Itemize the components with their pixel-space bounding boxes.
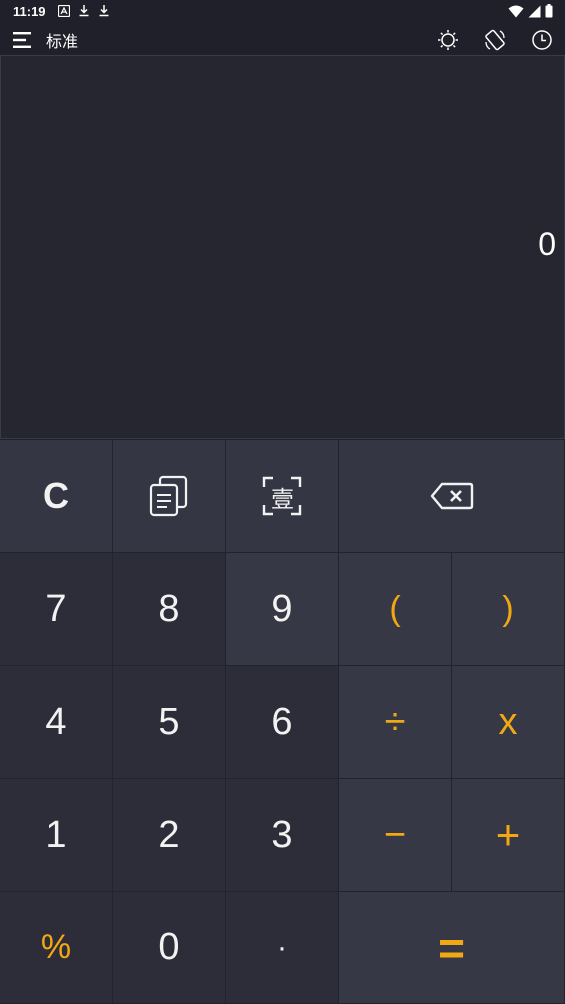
copy-button[interactable] bbox=[113, 440, 226, 553]
status-bar: 11:19 bbox=[0, 0, 565, 24]
key-8-label: 8 bbox=[158, 587, 180, 630]
key-6-label: 6 bbox=[271, 700, 293, 743]
key-1[interactable]: 1 bbox=[0, 779, 113, 892]
key-3-label: 3 bbox=[271, 813, 293, 856]
minus-button[interactable]: − bbox=[339, 779, 452, 892]
keypad: C 壹 7 8 9 ( ) 4 5 6 ÷ x 1 2 3 − + % 0 · … bbox=[0, 440, 565, 1004]
key-2[interactable]: 2 bbox=[113, 779, 226, 892]
theme-icon[interactable] bbox=[436, 28, 460, 52]
left-paren-label: ( bbox=[389, 589, 401, 628]
key-7[interactable]: 7 bbox=[0, 553, 113, 666]
download-icon bbox=[79, 5, 89, 17]
right-paren-button[interactable]: ) bbox=[452, 553, 565, 666]
clear-label: C bbox=[43, 475, 69, 516]
key-9[interactable]: 9 bbox=[226, 553, 339, 666]
scan-text-glyph: 壹 bbox=[271, 486, 294, 513]
toolbar: 标准 bbox=[0, 24, 565, 56]
clear-button[interactable]: C bbox=[0, 440, 113, 553]
decimal-label: · bbox=[277, 930, 287, 964]
key-5[interactable]: 5 bbox=[113, 666, 226, 779]
divide-label: ÷ bbox=[384, 700, 406, 743]
key-5-label: 5 bbox=[158, 700, 180, 743]
left-paren-button[interactable]: ( bbox=[339, 553, 452, 666]
result-value: 0 bbox=[538, 226, 556, 262]
key-4[interactable]: 4 bbox=[0, 666, 113, 779]
key-6[interactable]: 6 bbox=[226, 666, 339, 779]
download-icon bbox=[99, 5, 109, 17]
status-system-icons bbox=[508, 4, 553, 18]
backspace-button[interactable] bbox=[339, 440, 565, 553]
key-1-label: 1 bbox=[45, 813, 67, 856]
wifi-icon bbox=[508, 5, 524, 17]
percent-label: % bbox=[40, 928, 72, 966]
battery-icon bbox=[545, 4, 553, 18]
decimal-button[interactable]: · bbox=[226, 892, 339, 1004]
key-9-label: 9 bbox=[271, 587, 293, 630]
rotate-icon[interactable] bbox=[483, 28, 507, 52]
key-3[interactable]: 3 bbox=[226, 779, 339, 892]
history-icon[interactable] bbox=[530, 28, 554, 52]
key-2-label: 2 bbox=[158, 813, 180, 856]
plus-label: + bbox=[495, 811, 521, 858]
key-0-label: 0 bbox=[158, 926, 180, 968]
plus-button[interactable]: + bbox=[452, 779, 565, 892]
key-0[interactable]: 0 bbox=[113, 892, 226, 1004]
mode-title[interactable]: 标准 bbox=[46, 28, 78, 52]
percent-button[interactable]: % bbox=[0, 892, 113, 1004]
signal-icon bbox=[528, 5, 541, 17]
scan-text-button[interactable]: 壹 bbox=[226, 440, 339, 553]
equals-label: = bbox=[438, 921, 465, 974]
right-paren-label: ) bbox=[502, 589, 514, 628]
multiply-label: x bbox=[498, 700, 518, 743]
translate-icon bbox=[58, 4, 70, 17]
minus-label: − bbox=[383, 813, 407, 856]
key-8[interactable]: 8 bbox=[113, 553, 226, 666]
backspace-icon bbox=[430, 482, 473, 510]
status-time: 11:19 bbox=[13, 4, 46, 19]
divide-button[interactable]: ÷ bbox=[339, 666, 452, 779]
copy-icon bbox=[149, 475, 188, 517]
key-7-label: 7 bbox=[45, 587, 67, 630]
menu-icon[interactable] bbox=[13, 31, 33, 49]
key-4-label: 4 bbox=[45, 700, 67, 743]
equals-button[interactable]: = bbox=[339, 892, 565, 1004]
status-notification-icons bbox=[58, 4, 110, 17]
multiply-button[interactable]: x bbox=[452, 666, 565, 779]
result-display: 0 bbox=[0, 55, 565, 439]
